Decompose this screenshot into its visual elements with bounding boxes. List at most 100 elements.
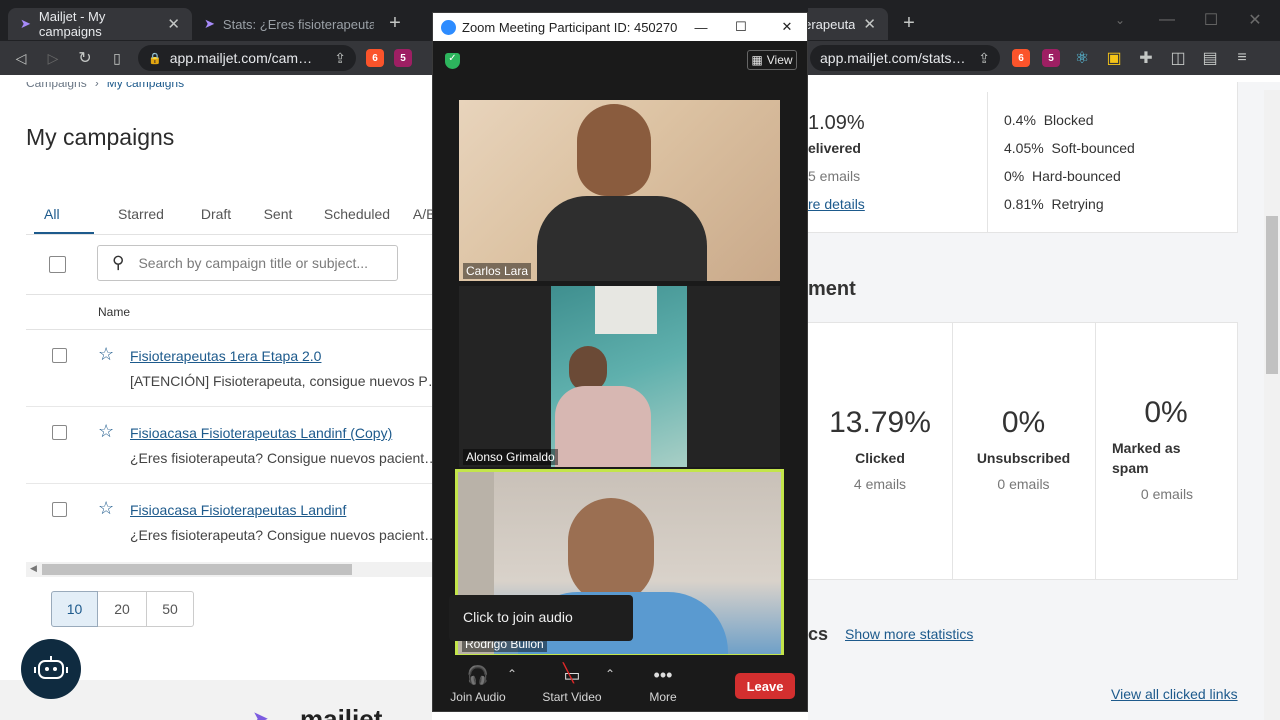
row-checkbox[interactable] — [52, 425, 67, 440]
delivered-pct: 1.09% — [808, 112, 865, 134]
browser-toolbar-right: app.mailjet.com/stats… ⇪ 6 5 ⚛ ▣ ✚ ◫ ▤ ≡ — [808, 41, 1280, 75]
vertical-scrollbar-thumb[interactable] — [1266, 216, 1278, 374]
participant-video-2[interactable]: Alonso Grimaldo — [459, 286, 780, 467]
menu-icon[interactable]: ≡ — [1232, 49, 1252, 67]
metric-sub: 4 emails — [853, 476, 907, 492]
wallet-icon[interactable]: ▤ — [1200, 48, 1220, 68]
view-all-clicked-links[interactable]: View all clicked links — [1111, 686, 1238, 702]
audio-options-chevron-icon[interactable]: ⌃ — [507, 667, 517, 681]
scroll-left-icon[interactable]: ◀ — [30, 563, 37, 574]
vertical-scrollbar-track[interactable] — [1264, 90, 1280, 720]
sidebar-icon[interactable]: ◫ — [1168, 48, 1188, 68]
page-size-20[interactable]: 20 — [98, 591, 147, 627]
maximize-icon[interactable]: ☐ — [1202, 10, 1220, 30]
table-row[interactable]: ☆ Fisioterapeutas 1era Etapa 2.0 [ATENCI… — [26, 330, 432, 407]
new-tab-icon[interactable]: + — [384, 12, 406, 34]
join-audio-button[interactable]: 🎧 Join Audio — [445, 665, 511, 704]
url-text: app.mailjet.com/stats… — [820, 50, 966, 66]
breadcrumb-current[interactable]: My campaigns — [107, 82, 184, 90]
more-button[interactable]: ••• More — [641, 665, 685, 704]
tab-ab-test[interactable]: A/B te — [402, 206, 432, 234]
brave-shield-icon[interactable]: 6 — [1012, 49, 1030, 67]
forward-icon[interactable]: ▷ — [42, 50, 64, 67]
campaign-title[interactable]: Fisioacasa Fisioterapeutas Landinf (Copy… — [130, 425, 392, 441]
footer-logo: mailjet — [300, 704, 383, 720]
more-details-link[interactable]: re details — [808, 196, 865, 212]
tab-draft[interactable]: Draft — [188, 206, 244, 234]
share-icon[interactable]: ⇪ — [978, 50, 990, 67]
share-icon[interactable]: ⇪ — [334, 50, 346, 67]
security-shield-icon[interactable]: ✓ — [445, 53, 460, 69]
campaigns-page: Campaigns › My campaigns My campaigns Al… — [0, 82, 432, 720]
tab-search-icon[interactable]: ⌄ — [1112, 10, 1128, 30]
column-name[interactable]: Name — [98, 305, 130, 319]
row-checkbox[interactable] — [52, 502, 67, 517]
address-bar[interactable]: 🔒 app.mailjet.com/cam… ⇪ — [138, 45, 356, 71]
tab-stats[interactable]: ➤ Stats: ¿Eres fisioterapeuta? — [192, 8, 374, 40]
horizontal-scrollbar[interactable]: ◀ — [26, 562, 432, 577]
maximize-icon[interactable]: ☐ — [721, 19, 761, 35]
video-options-chevron-icon[interactable]: ⌃ — [605, 667, 615, 681]
new-tab-icon[interactable]: + — [898, 12, 920, 34]
tab-all[interactable]: All — [34, 206, 94, 234]
tab-sent[interactable]: Sent — [244, 206, 312, 234]
minimize-icon[interactable]: — — [1158, 10, 1176, 30]
close-icon[interactable]: ✕ — [767, 19, 807, 35]
table-row[interactable]: ☆ Fisioacasa Fisioterapeutas Landinf (Co… — [26, 407, 432, 484]
table-row[interactable]: ☆ Fisioacasa Fisioterapeutas Landinf ¿Er… — [26, 484, 432, 561]
star-icon[interactable]: ☆ — [98, 498, 114, 519]
page-size-50[interactable]: 50 — [147, 591, 194, 627]
start-video-label: Start Video — [542, 690, 602, 704]
metric-clicked: 13.79% Clicked 4 emails — [808, 406, 952, 492]
leave-button[interactable]: Leave — [735, 673, 795, 699]
close-tab-icon[interactable]: ✕ — [167, 15, 180, 33]
metric-label: Unsubscribed — [976, 450, 1071, 466]
breadcrumb-campaigns[interactable]: Campaigns — [26, 82, 87, 90]
tab-scheduled[interactable]: Scheduled — [312, 206, 402, 234]
metric-pct: 13.79% — [829, 406, 931, 439]
react-devtools-icon[interactable]: ⚛ — [1072, 48, 1092, 68]
tab-mailjet-campaigns[interactable]: ➤ Mailjet - My campaigns ✕ — [8, 8, 192, 40]
close-window-icon[interactable]: ✕ — [1246, 10, 1264, 30]
campaign-title[interactable]: Fisioterapeutas 1era Etapa 2.0 — [130, 348, 321, 364]
reload-icon[interactable]: ↻ — [74, 48, 96, 68]
search-field[interactable]: ⚲ Search by campaign title or subject... — [97, 245, 398, 281]
view-button[interactable]: ▦ View — [747, 50, 797, 70]
back-icon[interactable]: ◁ — [10, 50, 32, 67]
brave-shield-icon[interactable]: 6 — [366, 49, 384, 67]
search-placeholder: Search by campaign title or subject... — [138, 255, 369, 271]
tab-starred[interactable]: Starred — [94, 206, 188, 234]
tab-stats-right[interactable]: Stats: ¿Eres fisioterapeuta ✕ — [808, 8, 888, 40]
participant-name: Carlos Lara — [463, 263, 532, 279]
metric-label: Clicked — [855, 450, 905, 466]
row-checkbox[interactable] — [52, 348, 67, 363]
star-icon[interactable]: ☆ — [98, 421, 114, 442]
extension-icon[interactable]: ▣ — [1104, 48, 1124, 68]
video-feed — [551, 286, 687, 467]
chevron-right-icon: › — [94, 82, 99, 90]
bounce-list: 0.4% Blocked 4.05% Soft-bounced 0% Hard-… — [1004, 106, 1135, 218]
brave-rewards-icon[interactable]: 5 — [394, 49, 412, 67]
metric-sub: 0 emails — [1140, 486, 1194, 502]
show-more-statistics-link[interactable]: Show more statistics — [845, 626, 973, 642]
participant-name: Alonso Grimaldo — [463, 449, 558, 465]
close-tab-icon[interactable]: ✕ — [863, 15, 876, 33]
scrollbar-thumb[interactable] — [42, 564, 352, 575]
more-dots-icon: ••• — [653, 665, 673, 685]
select-all-checkbox[interactable] — [49, 256, 66, 273]
participant-video-1[interactable]: Carlos Lara — [459, 100, 780, 281]
puzzle-icon[interactable]: ✚ — [1136, 48, 1156, 68]
address-bar[interactable]: app.mailjet.com/stats… ⇪ — [810, 45, 1000, 71]
bookmark-icon[interactable]: ▯ — [106, 50, 128, 67]
campaign-title[interactable]: Fisioacasa Fisioterapeutas Landinf — [130, 502, 346, 518]
brave-rewards-icon[interactable]: 5 — [1042, 49, 1060, 67]
delivered-emails: 5 emails — [808, 168, 861, 184]
page-size-10[interactable]: 10 — [51, 591, 98, 627]
metric-spam: 0% Marked as spam 0 emails — [1096, 396, 1238, 502]
chatbot-button[interactable] — [21, 639, 81, 699]
grid-icon: ▦ — [751, 53, 763, 67]
star-icon[interactable]: ☆ — [98, 344, 114, 365]
start-video-button[interactable]: ▭ ╲ Start Video — [537, 663, 607, 704]
minimize-icon[interactable]: — — [687, 20, 715, 35]
page-size-selector: 10 20 50 — [51, 591, 194, 627]
